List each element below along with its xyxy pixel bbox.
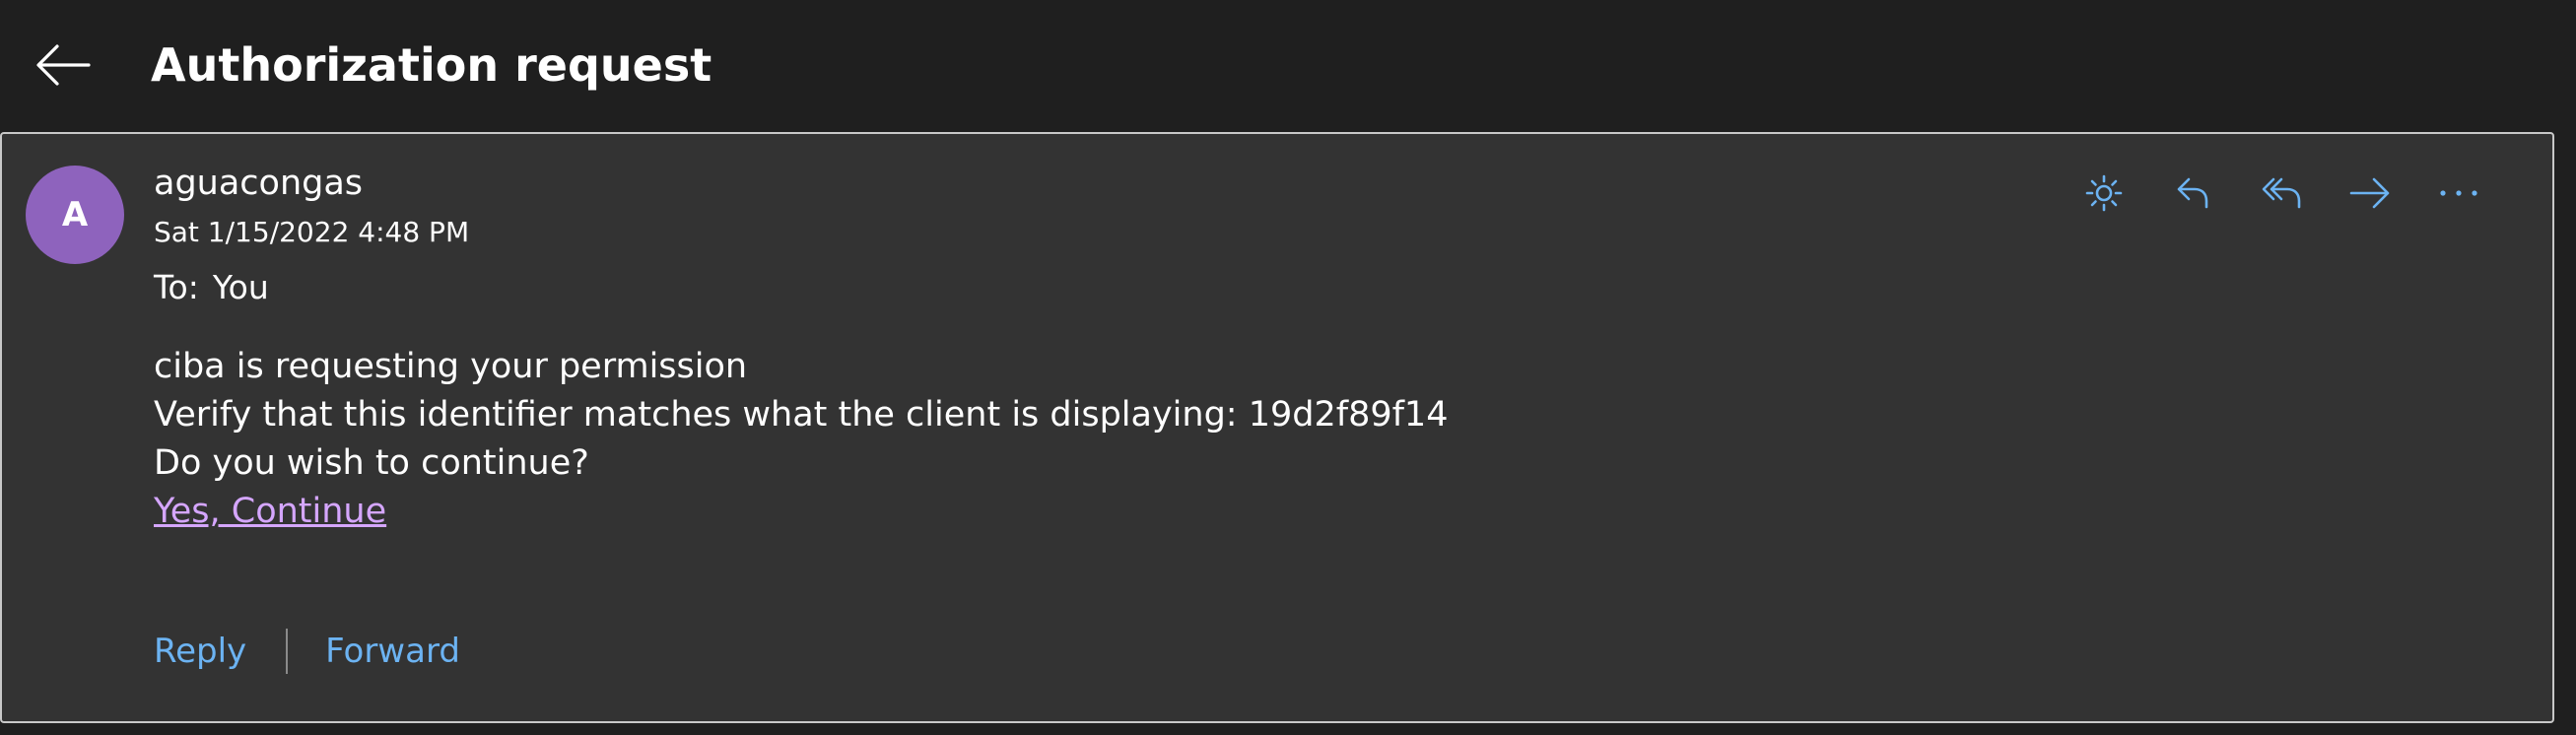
reply-link[interactable]: Reply [154, 632, 246, 671]
reply-icon [2177, 177, 2208, 209]
continue-link[interactable]: Yes, Continue [154, 488, 386, 536]
theme-toggle-button[interactable] [2060, 164, 2148, 223]
reply-all-icon [2262, 177, 2301, 209]
message-date: Sat 1/15/2022 4:48 PM [154, 216, 470, 248]
message-card: A aguacongas Sat 1/15/2022 4:48 PM To: Y… [0, 132, 2554, 723]
page-title: Authorization request [151, 38, 712, 92]
arrow-left-icon [36, 44, 91, 86]
back-button[interactable] [28, 30, 99, 100]
message-body: ciba is requesting your permission Verif… [154, 343, 1448, 536]
body-line: Verify that this identifier matches what… [154, 395, 1449, 434]
forward-link[interactable]: Forward [325, 632, 460, 671]
more-icon [2440, 190, 2477, 196]
forward-icon [2349, 177, 2390, 209]
forward-button[interactable] [2326, 164, 2414, 223]
divider [286, 629, 289, 674]
message-toolbar [2060, 164, 2503, 223]
footer-actions: Reply Forward [154, 627, 460, 676]
to-label: To: [154, 268, 199, 306]
header: Authorization request [0, 0, 2576, 132]
more-actions-button[interactable] [2414, 164, 2503, 223]
body-line: Do you wish to continue? [154, 443, 589, 483]
to-value[interactable]: You [213, 266, 269, 309]
reply-button[interactable] [2148, 164, 2237, 223]
body-line: ciba is requesting your permission [154, 347, 748, 386]
reply-all-button[interactable] [2237, 164, 2326, 223]
sender-name[interactable]: aguacongas [154, 162, 363, 205]
sun-icon [2085, 174, 2123, 212]
recipient-line: To: You [154, 266, 269, 309]
avatar: A [26, 166, 124, 264]
